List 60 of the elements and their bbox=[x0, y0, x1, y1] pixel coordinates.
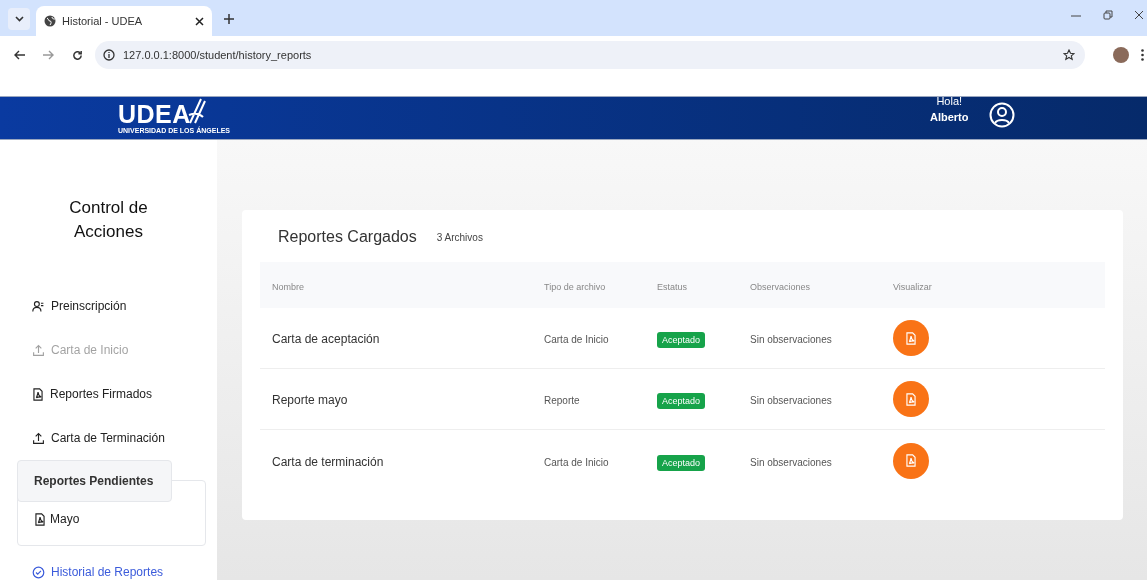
sidebar-link[interactable]: Mayo bbox=[34, 507, 80, 531]
back-icon[interactable] bbox=[14, 50, 25, 60]
upload-icon bbox=[32, 431, 45, 445]
logo-text: UDEA bbox=[118, 101, 191, 127]
forward-icon[interactable] bbox=[43, 50, 54, 60]
document-icon bbox=[34, 512, 46, 526]
user-icon bbox=[32, 299, 45, 313]
column-header: Nombre bbox=[272, 282, 304, 292]
column-header: Visualizar bbox=[893, 282, 932, 292]
user-account-icon[interactable] bbox=[989, 102, 1015, 128]
new-tab-icon[interactable] bbox=[224, 14, 234, 24]
upload-icon bbox=[32, 343, 45, 357]
document-icon bbox=[905, 392, 917, 406]
menu-icon[interactable] bbox=[1141, 49, 1144, 61]
globe-icon bbox=[44, 15, 56, 27]
check-circle-icon bbox=[32, 565, 45, 579]
browser-tab[interactable]: Historial - UDEA bbox=[36, 6, 212, 36]
view-pdf-button[interactable] bbox=[893, 320, 929, 356]
status-badge: Aceptado bbox=[657, 454, 706, 471]
table-cell: Sin observaciones bbox=[750, 456, 832, 468]
section-title: Reportes Cargados bbox=[278, 227, 417, 247]
close-window-icon[interactable] bbox=[1135, 10, 1143, 20]
star-icon[interactable] bbox=[1063, 49, 1075, 61]
file-count: 3 Archivos bbox=[436, 230, 483, 245]
close-icon[interactable] bbox=[195, 16, 204, 26]
document-icon bbox=[32, 387, 44, 401]
tab-title: Historial - UDEA bbox=[62, 13, 144, 29]
view-pdf-button[interactable] bbox=[893, 381, 929, 417]
status-badge: Aceptado bbox=[657, 332, 706, 348]
group-header[interactable]: Reportes Pendientes bbox=[17, 460, 172, 502]
restore-icon[interactable] bbox=[1103, 10, 1113, 20]
table-cell: Reporte bbox=[544, 395, 580, 406]
sidebar-link[interactable]: Preinscripción bbox=[17, 298, 127, 314]
table-cell: Carta de Inicio bbox=[544, 334, 609, 345]
url-text: 127.0.0.1:8000/student/history_reports bbox=[123, 47, 313, 63]
address-bar[interactable]: 127.0.0.1:8000/student/history_reports bbox=[95, 41, 1085, 69]
sidebar-link[interactable]: Historial de Reportes bbox=[17, 564, 164, 580]
status-badge: Aceptado bbox=[657, 393, 706, 409]
info-icon[interactable] bbox=[103, 49, 115, 61]
table-cell: Sin observaciones bbox=[750, 395, 832, 406]
table-cell: Reporte mayo bbox=[272, 393, 348, 407]
document-icon bbox=[905, 454, 917, 467]
table-cell: Sin observaciones bbox=[750, 334, 832, 345]
view-pdf-button[interactable] bbox=[893, 442, 929, 479]
user-name: Alberto bbox=[930, 110, 969, 125]
document-icon bbox=[905, 331, 917, 345]
table-cell: Carta de terminación bbox=[272, 454, 384, 469]
chevron-down-icon bbox=[14, 16, 24, 22]
reload-icon[interactable] bbox=[72, 49, 83, 61]
greeting-text: Hola! bbox=[936, 94, 963, 108]
column-header: Estatus bbox=[657, 282, 687, 292]
table-cell: Carta de Inicio bbox=[544, 456, 609, 468]
tab-list-button[interactable] bbox=[8, 8, 30, 30]
sidebar-link[interactable]: Reportes Firmados bbox=[17, 386, 153, 402]
sidebar-title: Control de Acciones bbox=[68, 197, 149, 243]
column-header: Tipo de archivo bbox=[544, 282, 606, 292]
table-cell: Carta de aceptación bbox=[272, 332, 380, 346]
column-header: Observaciones bbox=[750, 282, 811, 292]
sidebar-link[interactable]: Carta de Terminación bbox=[17, 430, 165, 446]
profile-avatar[interactable] bbox=[1113, 47, 1129, 63]
